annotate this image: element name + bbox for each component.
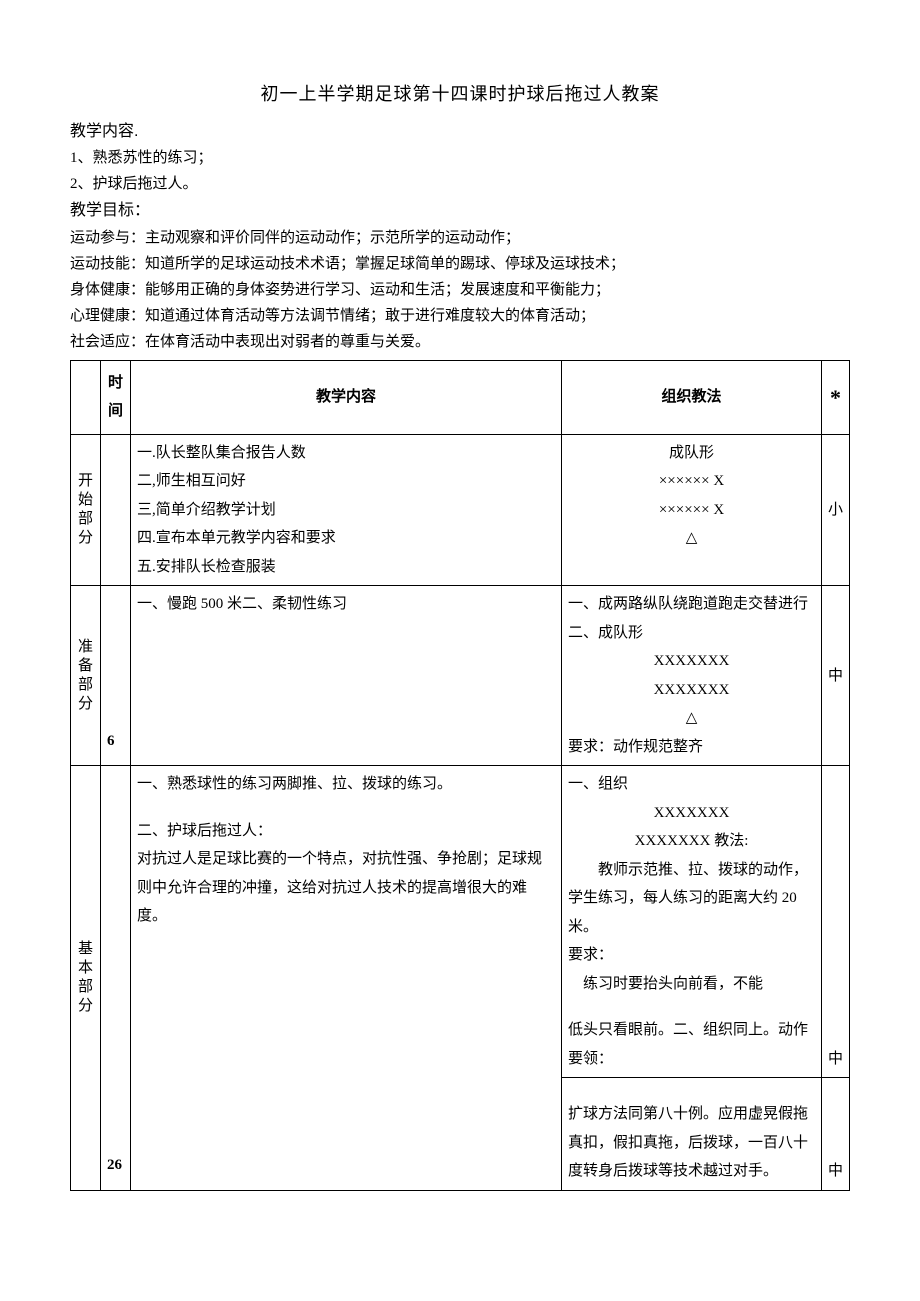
header-blank xyxy=(71,360,101,434)
header-star: * xyxy=(822,360,850,434)
heading-teaching-content: 教学内容. xyxy=(70,119,850,145)
start-line-1: 一.队长整队集合报告人数 xyxy=(137,439,555,468)
main-method-4: 教师示范推、拉、拨球的动作，学生练习，每人练习的距离大约 20 米。 xyxy=(568,856,815,942)
header-method: 组织教法 xyxy=(562,360,822,434)
intensity-prep: 中 xyxy=(822,586,850,766)
content-main: 一、熟悉球性的练习两脚推、拉、拨球的练习。 二、护球后拖过人： 对抗过人是足球比… xyxy=(131,766,562,1191)
time-main: 26 xyxy=(101,766,131,1191)
phase-start: 开始部分 xyxy=(71,434,101,586)
start-method-2: ×××××× X xyxy=(568,467,815,496)
prep-method-4: XXXXXXX xyxy=(568,676,815,705)
intensity-start: 小 xyxy=(822,434,850,586)
goal-1: 运动参与：主动观察和评价同伴的运动动作；示范所学的运动动作； xyxy=(70,226,850,250)
method-main-lower: 扩球方法同第八十例。应用虚晃假拖真扣，假扣真拖，后拨球，一百八十度转身后拨球等技… xyxy=(562,1078,822,1191)
main-method-1: 一、组织 xyxy=(568,770,815,799)
content-start: 一.队长整队集合报告人数 二,师生相互问好 三,简单介绍教学计划 四.宣布本单元… xyxy=(131,434,562,586)
start-line-3: 三,简单介绍教学计划 xyxy=(137,496,555,525)
content-prep: 一、慢跑 500 米二、柔韧性练习 xyxy=(131,586,562,766)
method-prep: 一、成两路纵队绕跑道跑走交替进行 二、成队形 XXXXXXX XXXXXXX △… xyxy=(562,586,822,766)
main-method-8: 扩球方法同第八十例。应用虚晃假拖真扣，假扣真拖，后拨球，一百八十度转身后拨球等技… xyxy=(568,1100,815,1186)
prep-method-2: 二、成队形 xyxy=(568,619,815,648)
intensity-main-2: 中 xyxy=(822,1078,850,1191)
goal-3: 身体健康：能够用正确的身体姿势进行学习、运动和生活；发展速度和平衡能力； xyxy=(70,278,850,302)
main-line-2: 二、护球后拖过人： xyxy=(137,817,555,846)
main-line-3: 对抗过人是足球比赛的一个特点，对抗性强、争抢剧；足球规则中允许合理的冲撞，这给对… xyxy=(137,845,555,931)
time-prep: 6 xyxy=(101,586,131,766)
method-start: 成队形 ×××××× X ×××××× X △ xyxy=(562,434,822,586)
main-method-3: XXXXXXX 教法: xyxy=(568,827,815,856)
prep-line-1: 一、慢跑 500 米二、柔韧性练习 xyxy=(137,590,555,619)
heading-teaching-goal: 教学目标： xyxy=(70,198,850,224)
prep-method-3: XXXXXXX xyxy=(568,647,815,676)
phase-main: 基本部分 xyxy=(71,766,101,1191)
method-main-upper: 一、组织 XXXXXXX XXXXXXX 教法: 教师示范推、拉、拨球的动作，学… xyxy=(562,766,822,1078)
main-method-6: 练习时要抬头向前看，不能 xyxy=(568,970,815,999)
start-method-1: 成队形 xyxy=(568,439,815,468)
main-method-2: XXXXXXX xyxy=(568,799,815,828)
table-header-row: 时间 教学内容 组织教法 * xyxy=(71,360,850,434)
prep-method-1: 一、成两路纵队绕跑道跑走交替进行 xyxy=(568,590,815,619)
header-time: 时间 xyxy=(101,360,131,434)
intensity-main-1: 中 xyxy=(822,766,850,1078)
header-content: 教学内容 xyxy=(131,360,562,434)
start-line-2: 二,师生相互问好 xyxy=(137,467,555,496)
main-method-5: 要求： xyxy=(568,941,815,970)
goal-5: 社会适应：在体育活动中表现出对弱者的尊重与关爱。 xyxy=(70,330,850,354)
main-line-1: 一、熟悉球性的练习两脚推、拉、拨球的练习。 xyxy=(137,770,555,799)
goal-2: 运动技能：知道所学的足球运动技术术语；掌握足球简单的踢球、停球及运球技术； xyxy=(70,252,850,276)
start-method-4: △ xyxy=(568,524,815,553)
table-row: 基本部分 26 一、熟悉球性的练习两脚推、拉、拨球的练习。 二、护球后拖过人： … xyxy=(71,766,850,1078)
start-line-4: 四.宣布本单元教学内容和要求 xyxy=(137,524,555,553)
goal-4: 心理健康：知道通过体育活动等方法调节情绪；敢于进行难度较大的体育活动； xyxy=(70,304,850,328)
content-item-1: 1、熟悉苏性的练习； xyxy=(70,146,850,170)
start-method-3: ×××××× X xyxy=(568,496,815,525)
table-row: 准备部分 6 一、慢跑 500 米二、柔韧性练习 一、成两路纵队绕跑道跑走交替进… xyxy=(71,586,850,766)
table-row: 开始部分 一.队长整队集合报告人数 二,师生相互问好 三,简单介绍教学计划 四.… xyxy=(71,434,850,586)
main-method-7: 低头只看眼前。二、组织同上。动作要领： xyxy=(568,1016,815,1073)
phase-prep: 准备部分 xyxy=(71,586,101,766)
prep-method-5: △ xyxy=(568,704,815,733)
prep-method-6: 要求：动作规范整齐 xyxy=(568,733,815,762)
time-start xyxy=(101,434,131,586)
page-title: 初一上半学期足球第十四课时护球后拖过人教案 xyxy=(70,80,850,109)
start-line-5: 五.安排队长检查服装 xyxy=(137,553,555,582)
content-item-2: 2、护球后拖过人。 xyxy=(70,172,850,196)
lesson-table: 时间 教学内容 组织教法 * 开始部分 一.队长整队集合报告人数 二,师生相互问… xyxy=(70,360,850,1191)
